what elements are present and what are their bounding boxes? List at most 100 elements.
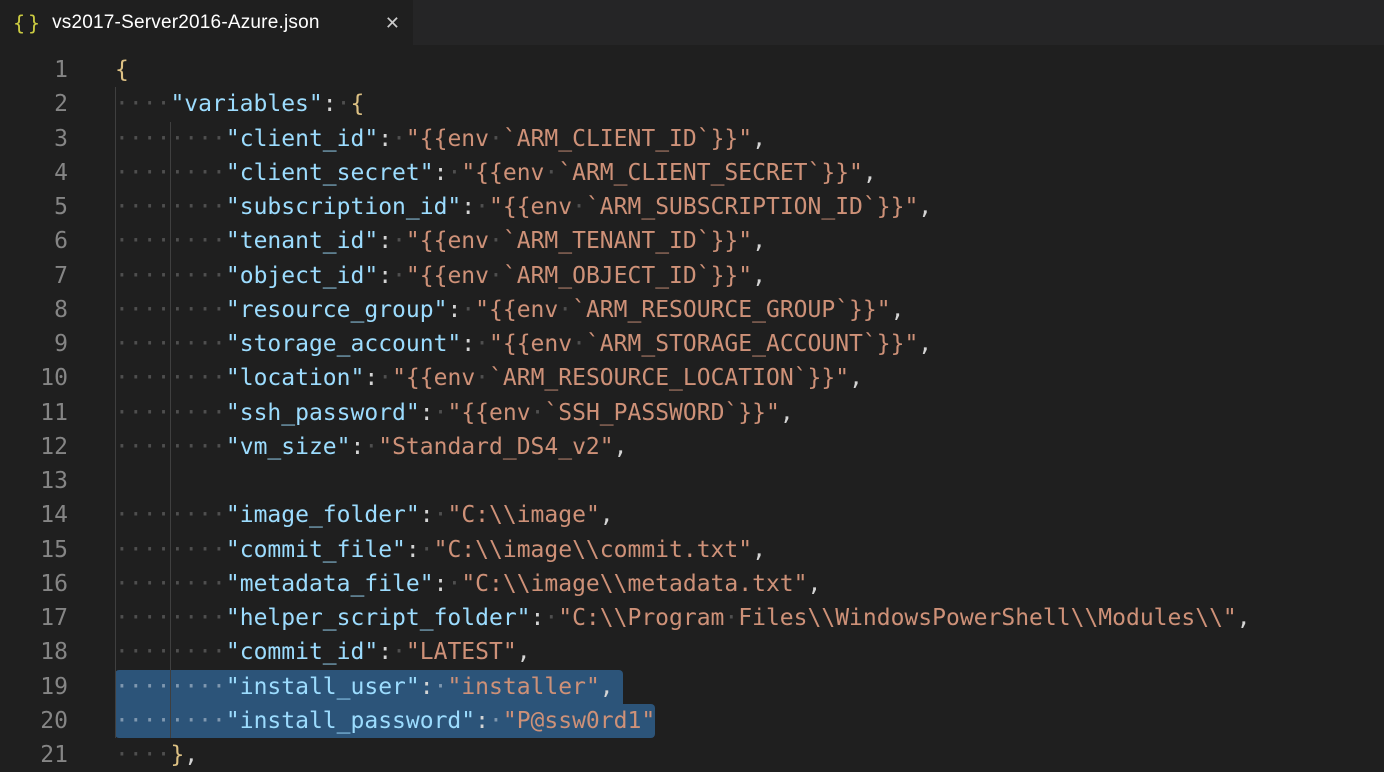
whitespace-dot: · — [143, 297, 157, 323]
line-number[interactable]: 19 — [0, 670, 68, 704]
whitespace-dot: · — [212, 365, 226, 391]
line-number[interactable]: 6 — [0, 224, 68, 258]
line-number[interactable]: 8 — [0, 293, 68, 327]
code-line-5[interactable]: ········"subscription_id":·"{{env·`ARM_S… — [115, 190, 1384, 224]
whitespace-dot: · — [212, 400, 226, 426]
code-token: `SSH_PASSWORD`}}" — [544, 400, 779, 426]
code-line-8[interactable]: ········"resource_group":·"{{env·`ARM_RE… — [115, 293, 1384, 327]
whitespace-dot: · — [184, 502, 198, 528]
code-area[interactable]: {····"variables":·{········"client_id":·… — [68, 53, 1384, 772]
close-icon[interactable]: ✕ — [385, 14, 400, 32]
code-line-2[interactable]: ····"variables":·{ — [115, 87, 1384, 121]
whitespace-dot: · — [157, 537, 171, 563]
whitespace-dot: · — [115, 365, 129, 391]
code-line-14[interactable]: ········"image_folder":·"C:\\image", — [115, 498, 1384, 532]
whitespace-dot: · — [198, 502, 212, 528]
line-number[interactable]: 11 — [0, 396, 68, 430]
code-token: "subscription_id" — [226, 194, 461, 220]
line-number[interactable]: 4 — [0, 156, 68, 190]
code-token: "{{env — [475, 297, 558, 323]
code-line-21[interactable]: ····}, — [115, 738, 1384, 772]
code-token: , — [863, 160, 877, 186]
editor-pane[interactable]: 123456789101112131415161718192021 {····"… — [0, 45, 1384, 772]
whitespace-dot: · — [212, 297, 226, 323]
whitespace-dot: · — [157, 297, 171, 323]
code-line-7[interactable]: ········"object_id":·"{{env·`ARM_OBJECT_… — [115, 259, 1384, 293]
code-token: "{{env — [447, 400, 530, 426]
whitespace-dot: · — [212, 263, 226, 289]
whitespace-dot: · — [212, 708, 226, 734]
whitespace-dot: · — [143, 365, 157, 391]
whitespace-dot: · — [115, 434, 129, 460]
code-token: "commit_id" — [226, 639, 378, 665]
line-number[interactable]: 16 — [0, 567, 68, 601]
whitespace-dot: · — [115, 674, 129, 700]
whitespace-dot: · — [115, 742, 129, 768]
whitespace-dot: · — [531, 400, 545, 426]
code-line-3[interactable]: ········"client_id":·"{{env·`ARM_CLIENT_… — [115, 122, 1384, 156]
whitespace-dot: · — [129, 126, 143, 152]
whitespace-dot: · — [198, 434, 212, 460]
code-line-1[interactable]: { — [115, 53, 1384, 87]
code-line-4[interactable]: ········"client_secret":·"{{env·`ARM_CLI… — [115, 156, 1384, 190]
whitespace-dot: · — [143, 674, 157, 700]
code-token: , — [752, 537, 766, 563]
line-number[interactable]: 20 — [0, 704, 68, 738]
whitespace-dot: · — [184, 434, 198, 460]
code-line-13[interactable] — [115, 464, 1384, 498]
whitespace-dot: · — [184, 708, 198, 734]
whitespace-dot: · — [434, 502, 448, 528]
line-number[interactable]: 12 — [0, 430, 68, 464]
code-line-10[interactable]: ········"location":·"{{env·`ARM_RESOURCE… — [115, 361, 1384, 395]
tab-vs2017-server2016-azure-json[interactable]: {} vs2017-Server2016-Azure.json ✕ — [0, 0, 413, 45]
line-number[interactable]: 14 — [0, 498, 68, 532]
code-line-17[interactable]: ········"helper_script_folder":·"C:\\Pro… — [115, 601, 1384, 635]
code-token: : — [461, 331, 475, 357]
whitespace-dot: · — [378, 365, 392, 391]
whitespace-dot: · — [115, 297, 129, 323]
whitespace-dot: · — [115, 263, 129, 289]
line-number[interactable]: 17 — [0, 601, 68, 635]
whitespace-dot: · — [489, 708, 503, 734]
whitespace-dot: · — [212, 126, 226, 152]
whitespace-dot: · — [143, 263, 157, 289]
code-line-12[interactable]: ········"vm_size":·"Standard_DS4_v2", — [115, 430, 1384, 464]
whitespace-dot: · — [184, 674, 198, 700]
whitespace-dot: · — [198, 708, 212, 734]
whitespace-dot: · — [198, 639, 212, 665]
line-number[interactable]: 1 — [0, 53, 68, 87]
code-line-6[interactable]: ········"tenant_id":·"{{env·`ARM_TENANT_… — [115, 224, 1384, 258]
line-number[interactable]: 7 — [0, 259, 68, 293]
whitespace-dot: · — [212, 228, 226, 254]
code-line-18[interactable]: ········"commit_id":·"LATEST", — [115, 635, 1384, 669]
whitespace-dot: · — [115, 331, 129, 357]
code-token: : — [406, 537, 420, 563]
line-number[interactable]: 10 — [0, 361, 68, 395]
whitespace-dot: · — [212, 194, 226, 220]
code-token: "LATEST" — [406, 639, 517, 665]
code-line-9[interactable]: ········"storage_account":·"{{env·`ARM_S… — [115, 327, 1384, 361]
code-line-11[interactable]: ········"ssh_password":·"{{env·`SSH_PASS… — [115, 396, 1384, 430]
line-number[interactable]: 5 — [0, 190, 68, 224]
line-number[interactable]: 18 — [0, 635, 68, 669]
line-number[interactable]: 3 — [0, 122, 68, 156]
line-number[interactable]: 15 — [0, 533, 68, 567]
code-token: "P@ssw0rd1" — [503, 708, 655, 734]
whitespace-dot: · — [115, 571, 129, 597]
code-token: "vm_size" — [226, 434, 351, 460]
code-line-19[interactable]: ········"install_user":·"installer", — [115, 670, 1384, 704]
code-token: "{{env — [406, 263, 489, 289]
code-token: "installer" — [447, 674, 599, 700]
whitespace-dot: · — [115, 537, 129, 563]
line-number[interactable]: 13 — [0, 464, 68, 498]
whitespace-dot: · — [157, 742, 171, 768]
line-number[interactable]: 21 — [0, 738, 68, 772]
line-number[interactable]: 9 — [0, 327, 68, 361]
code-token: , — [600, 502, 614, 528]
code-line-15[interactable]: ········"commit_file":·"C:\\image\\commi… — [115, 533, 1384, 567]
code-line-16[interactable]: ········"metadata_file":·"C:\\image\\met… — [115, 567, 1384, 601]
code-line-20[interactable]: ········"install_password":·"P@ssw0rd1" — [115, 704, 1384, 738]
line-number[interactable]: 2 — [0, 87, 68, 121]
code-token: , — [184, 742, 198, 768]
code-token: , — [600, 674, 614, 700]
